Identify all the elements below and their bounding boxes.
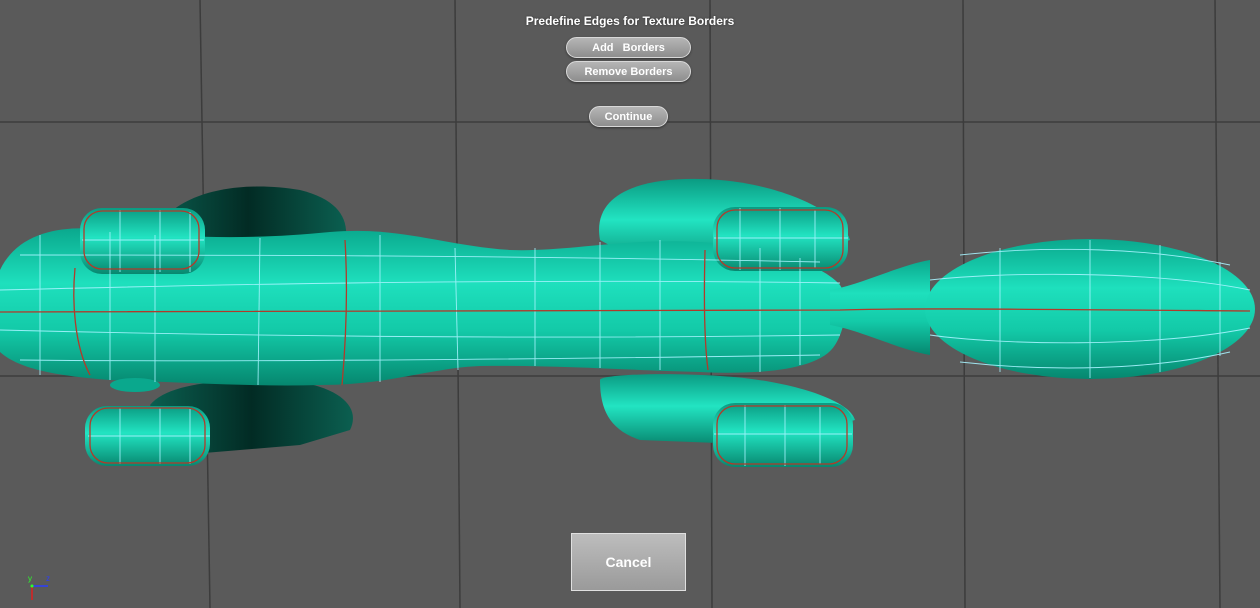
add-borders-button[interactable]: Add Borders	[566, 37, 691, 58]
cancel-button[interactable]: Cancel	[571, 533, 686, 591]
continue-button[interactable]: Continue	[589, 106, 668, 127]
3d-viewport[interactable]	[0, 0, 1260, 608]
axis-z-label: z	[46, 574, 50, 583]
axis-y-label: y	[28, 574, 32, 583]
remove-borders-button[interactable]: Remove Borders	[566, 61, 691, 82]
dialog-title: Predefine Edges for Texture Borders	[525, 14, 735, 28]
axis-gizmo-icon: y z	[26, 572, 60, 602]
teal-mesh-model	[0, 178, 1255, 467]
